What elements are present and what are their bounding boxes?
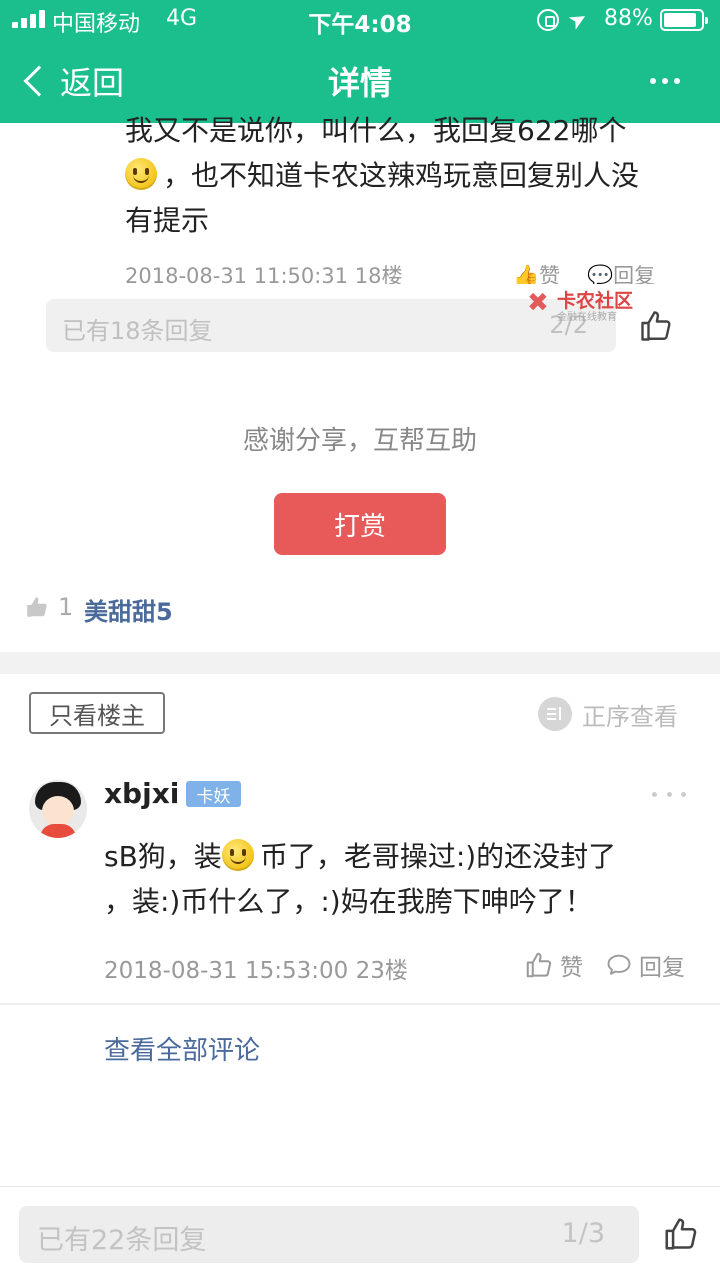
- thumbs-up-icon: [24, 594, 50, 620]
- reply-count-text: 已有22条回复: [37, 1225, 207, 1256]
- post-meta: 2018-08-31 15:53:00 23楼 赞 回复: [104, 948, 704, 984]
- bottom-bar: 已有22条回复 1/3: [0, 1186, 720, 1280]
- reward-button[interactable]: 打赏: [274, 493, 446, 555]
- thanks-text: 感谢分享，互帮互助: [242, 426, 477, 456]
- sort-order-label: 正序查看: [582, 702, 678, 731]
- avatar[interactable]: [29, 780, 87, 838]
- like-button[interactable]: 赞: [524, 948, 583, 982]
- status-bar: 中国移动 4G 下午4:08 ➤ 88%: [0, 0, 720, 40]
- like-count: 1: [58, 593, 74, 621]
- reply-button[interactable]: 回复: [605, 948, 685, 982]
- watermark-logo: ✖ 卡农社区 金融在线教育: [527, 286, 647, 323]
- reply-label: 回复: [639, 955, 685, 981]
- reply-date: 2018-08-31 11:50:31 18楼: [125, 264, 403, 284]
- reply-line: 我又不是说你，叫什么，我回复622哪个: [125, 114, 627, 147]
- reply-line: ，也不知道卡农这辣鸡玩意回复别人没: [125, 153, 685, 198]
- thumbs-up-icon: [526, 952, 552, 978]
- op-only-button[interactable]: 只看楼主: [29, 692, 165, 734]
- sort-order-toggle[interactable]: 正序查看: [538, 696, 678, 732]
- top-bar: 中国移动 4G 下午4:08 ➤ 88% 返回 详情: [0, 0, 720, 123]
- more-icon[interactable]: [652, 782, 686, 806]
- divider: [0, 1003, 720, 1005]
- page-title: 详情: [327, 64, 392, 102]
- comment-icon: [607, 954, 631, 975]
- user-badge: 卡妖: [186, 781, 241, 807]
- logo-icon: ✖: [527, 288, 549, 318]
- reply-meta: 2018-08-31 11:50:31 18楼 👍赞 💬回复: [125, 260, 685, 284]
- reply-content: 我又不是说你，叫什么，我回复622哪个 ，也不知道卡农这辣鸡玩意回复别人没 有提…: [125, 108, 685, 243]
- post-line: sB狗，装 币了，老哥操过:)的还没封了: [104, 839, 617, 873]
- reply-page-indicator: 1/3: [561, 1218, 605, 1249]
- orientation-lock-icon: [537, 9, 559, 31]
- battery-percentage: 88%: [604, 6, 653, 31]
- smiley-emoji-icon: [221, 839, 254, 871]
- reply-count-text: 已有18条回复: [62, 317, 213, 345]
- reply-count-box[interactable]: 已有22条回复 1/3: [19, 1206, 639, 1263]
- section-divider: [0, 652, 720, 674]
- battery-icon: [660, 9, 708, 31]
- reply-button[interactable]: 💬回复: [587, 260, 655, 284]
- like-label: 赞: [560, 955, 583, 981]
- thumbs-up-icon[interactable]: [662, 1215, 700, 1253]
- smiley-emoji-icon: [125, 158, 157, 190]
- post-date: 2018-08-31 15:53:00 23楼: [104, 958, 408, 984]
- view-all-comments-link[interactable]: 查看全部评论: [104, 1030, 260, 1067]
- thumbs-up-icon[interactable]: [638, 308, 674, 344]
- sort-icon: [538, 697, 572, 731]
- more-icon[interactable]: [640, 66, 690, 96]
- liker-name[interactable]: 美甜甜5: [84, 592, 173, 627]
- post-content: sB狗，装 币了，老哥操过:)的还没封了 ，装:)币什么了，:)妈在我胯下呻吟了！: [104, 834, 684, 924]
- watermark-subtitle: 金融在线教育: [557, 312, 617, 323]
- username[interactable]: xbjxi: [104, 777, 179, 810]
- post-line: ，装:)币什么了，:)妈在我胯下呻吟了！: [104, 885, 593, 918]
- reply-line: 有提示: [125, 204, 210, 237]
- like-button[interactable]: 👍赞: [513, 260, 560, 284]
